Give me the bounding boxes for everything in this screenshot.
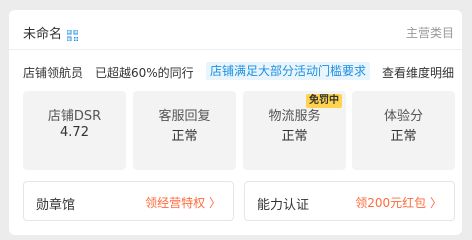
metric-label: 体验分: [383, 109, 423, 124]
view-dimension-details-link[interactable]: 查看维度明细: [382, 64, 454, 81]
metric-value: 正常: [390, 129, 417, 144]
metric-value: 4.72: [60, 125, 89, 140]
metrics-grid: 店铺DSR 4.72 客服回复 正常 免罚中 物流服务 正常 体验分 正常: [23, 91, 455, 170]
metric-label: 客服回复: [158, 109, 211, 124]
metric-logistics[interactable]: 免罚中 物流服务 正常: [243, 91, 346, 170]
link-title: 能力认证: [257, 198, 310, 213]
capability-certification-link[interactable]: 能力认证 领200元红包 〉: [244, 181, 455, 221]
metric-value: 正常: [281, 129, 308, 144]
store-navigator-card: 未命名 主营类目 店铺领航员 已超越60%的同行 店铺满足大部分活动门槛要求 查…: [9, 10, 462, 235]
qr-code-icon[interactable]: [66, 26, 79, 42]
metric-label: 物流服务: [268, 109, 321, 124]
navigator-row: 店铺领航员 已超越60%的同行 店铺满足大部分活动门槛要求 查看维度明细: [9, 60, 462, 82]
claim-privilege-link[interactable]: 领经营特权 〉: [145, 194, 221, 211]
metric-store-dsr[interactable]: 店铺DSR 4.72: [23, 91, 126, 170]
metric-customer-service[interactable]: 客服回复 正常: [133, 91, 236, 170]
bottom-links: 勋章馆 领经营特权 〉 能力认证 领200元红包 〉: [23, 181, 455, 221]
navigator-title: 店铺领航员: [23, 66, 84, 80]
main-category-link[interactable]: 主营类目: [406, 24, 454, 41]
medal-hall-link[interactable]: 勋章馆 领经营特权 〉: [23, 181, 234, 221]
claim-red-packet-link[interactable]: 领200元红包 〉: [355, 194, 442, 211]
metric-value: 正常: [171, 129, 198, 144]
activity-threshold-tag: 店铺满足大部分活动门槛要求: [206, 62, 371, 80]
card-header: 未命名 主营类目: [9, 10, 462, 50]
link-title: 勋章馆: [36, 198, 76, 213]
beat-peers-text: 已超越60%的同行: [95, 66, 194, 80]
store-name: 未命名: [23, 27, 63, 42]
metric-experience-score[interactable]: 体验分 正常: [352, 91, 455, 170]
metric-label: 店铺DSR: [47, 109, 102, 124]
